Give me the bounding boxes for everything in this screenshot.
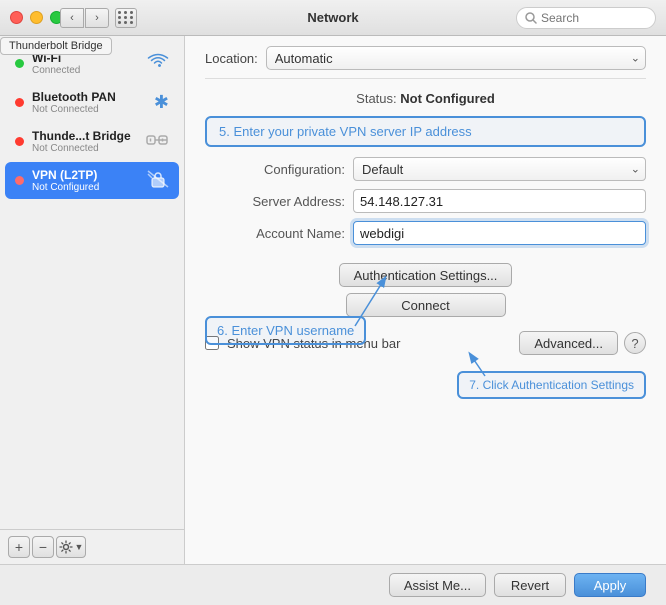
sidebar-item-vpn[interactable]: VPN (L2TP) Not Configured xyxy=(5,162,179,199)
auth-settings-button[interactable]: Authentication Settings... xyxy=(339,263,513,287)
location-bar: Location: Automatic Home Work ⌄ xyxy=(205,46,646,79)
network-name-thunderbolt: Thunde...t Bridge xyxy=(32,129,145,143)
show-vpn-checkbox[interactable] xyxy=(205,336,219,350)
bottom-bar: Assist Me... Revert Apply xyxy=(0,564,666,605)
server-label: Server Address: xyxy=(205,194,345,209)
annotation-5: 5. Enter your private VPN server IP addr… xyxy=(205,116,646,147)
window-controls xyxy=(10,11,63,24)
account-name-input[interactable] xyxy=(353,221,646,245)
help-button[interactable]: ? xyxy=(624,332,646,354)
window-title: Network xyxy=(307,10,358,25)
sidebar-item-thunderbolt[interactable]: Thunde...t Bridge Not Connected xyxy=(5,123,179,160)
account-label: Account Name: xyxy=(205,226,345,241)
show-vpn-row: Show VPN status in menu bar Advanced... … xyxy=(205,331,646,355)
server-address-input[interactable] xyxy=(353,189,646,213)
forward-button[interactable]: › xyxy=(85,8,109,28)
show-vpn-label: Show VPN status in menu bar xyxy=(227,336,511,351)
config-label: Configuration: xyxy=(205,162,345,177)
server-row: Server Address: xyxy=(205,189,646,213)
apply-button[interactable]: Apply xyxy=(574,573,646,597)
grid-button[interactable] xyxy=(115,8,137,28)
advanced-button[interactable]: Advanced... xyxy=(519,331,618,355)
revert-button[interactable]: Revert xyxy=(494,573,566,597)
right-panel: Location: Automatic Home Work ⌄ Status: … xyxy=(185,36,666,564)
status-dot-wifi xyxy=(15,59,24,68)
assist-button[interactable]: Assist Me... xyxy=(389,573,486,597)
action-buttons: Authentication Settings... Connect xyxy=(205,263,646,317)
gear-arrow-icon: ▼ xyxy=(75,542,84,552)
location-select[interactable]: Automatic Home Work xyxy=(266,46,646,70)
location-select-wrapper[interactable]: Automatic Home Work ⌄ xyxy=(266,46,646,70)
titlebar: ‹ › Network xyxy=(0,0,666,36)
search-bar[interactable] xyxy=(516,7,656,29)
remove-network-button[interactable]: − xyxy=(32,536,54,558)
sidebar-bottom: + − ▼ xyxy=(0,529,184,564)
navigation-arrows: ‹ › xyxy=(60,8,109,28)
back-button[interactable]: ‹ xyxy=(60,8,84,28)
sidebar: Wi-Fi Connected Bluetooth PAN Not Connec… xyxy=(0,36,185,564)
status-label: Status: xyxy=(356,91,396,106)
network-status-wifi: Connected xyxy=(32,65,147,76)
network-name-bluetooth: Bluetooth PAN xyxy=(32,90,154,104)
main-container: Wi-Fi Connected Bluetooth PAN Not Connec… xyxy=(0,36,666,564)
sidebar-item-bluetooth[interactable]: Bluetooth PAN Not Connected ✱ xyxy=(5,84,179,121)
gear-icon xyxy=(59,540,73,554)
network-status-thunderbolt: Not Connected xyxy=(32,143,145,154)
config-row: Configuration: Default Custom ⌄ xyxy=(205,157,646,181)
connect-button[interactable]: Connect xyxy=(346,293,506,317)
close-button[interactable] xyxy=(10,11,23,24)
minimize-button[interactable] xyxy=(30,11,43,24)
tooltip-thunderbolt: Thunderbolt Bridge xyxy=(0,37,112,55)
account-row: Account Name: xyxy=(205,221,646,245)
status-dot-vpn xyxy=(15,176,24,185)
annotation-7: 7. Click Authentication Settings xyxy=(457,371,646,399)
vpn-icon xyxy=(147,170,169,191)
status-dot-bluetooth xyxy=(15,98,24,107)
bluetooth-icon: ✱ xyxy=(154,92,169,113)
status-row: Status: Not Configured xyxy=(205,91,646,106)
location-label: Location: xyxy=(205,51,258,66)
search-icon xyxy=(525,12,537,24)
thunderbolt-icon xyxy=(145,132,169,151)
search-input[interactable] xyxy=(541,11,647,25)
wifi-icon xyxy=(147,53,169,74)
config-select[interactable]: Default Custom xyxy=(353,157,646,181)
network-status-bluetooth: Not Connected xyxy=(32,104,154,115)
gear-dropdown-button[interactable]: ▼ xyxy=(56,536,86,558)
network-name-vpn: VPN (L2TP) xyxy=(32,168,147,182)
status-dot-thunderbolt xyxy=(15,137,24,146)
status-value: Not Configured xyxy=(400,91,495,106)
network-status-vpn: Not Configured xyxy=(32,182,147,193)
add-network-button[interactable]: + xyxy=(8,536,30,558)
